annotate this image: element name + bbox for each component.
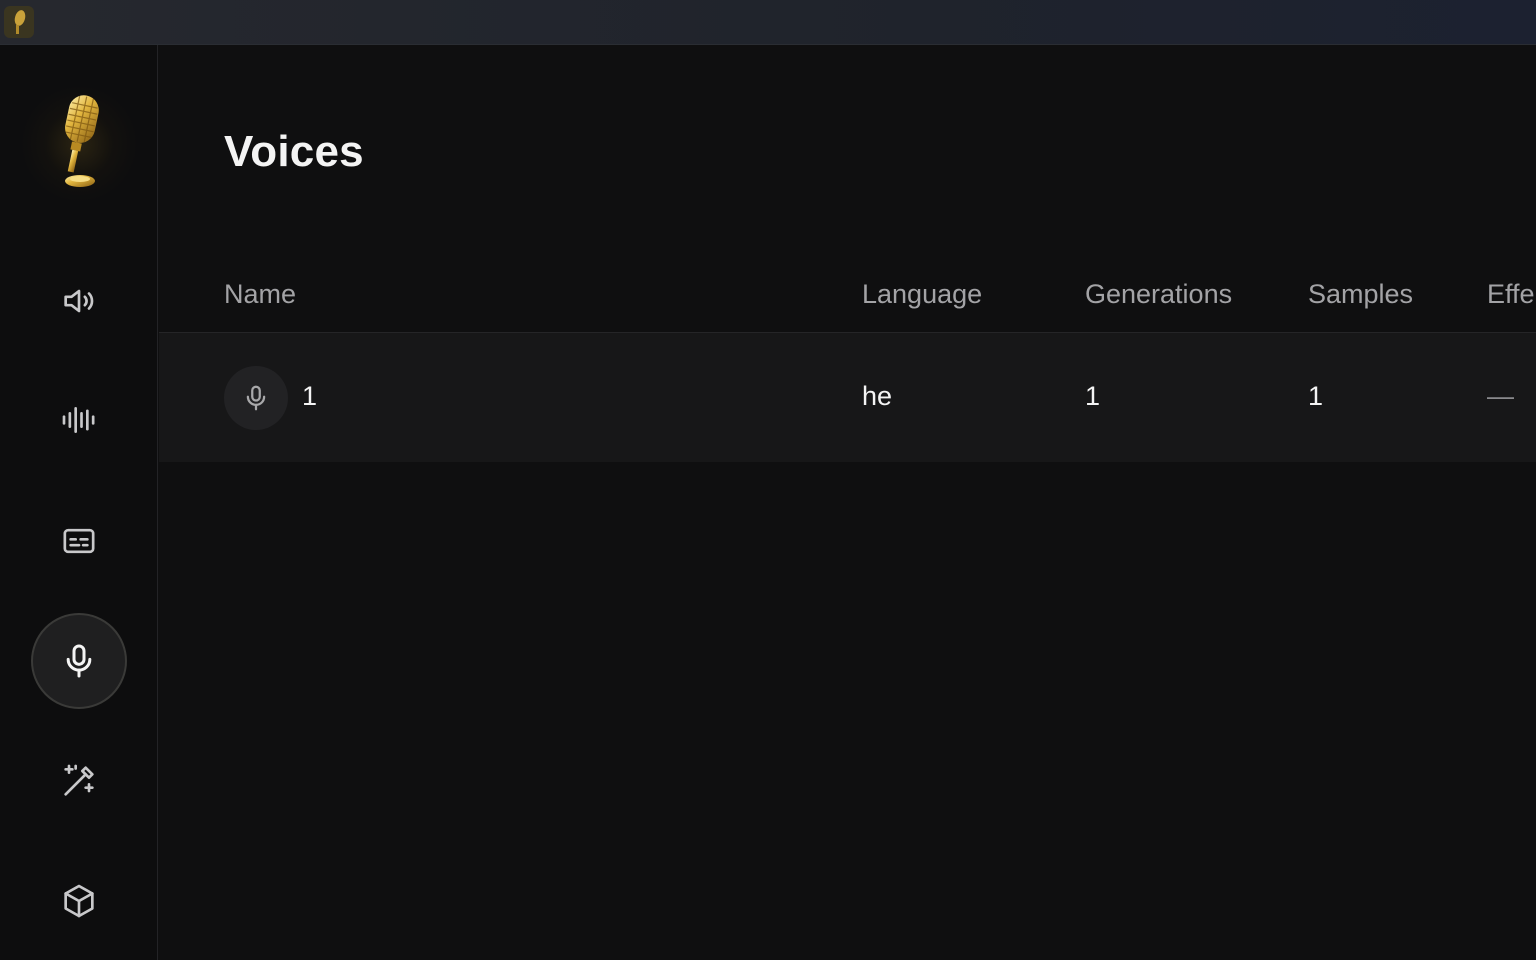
column-header-name[interactable]: Name (224, 279, 296, 310)
sidebar (0, 45, 158, 960)
voice-avatar (224, 366, 288, 430)
voice-language: he (862, 381, 893, 411)
golden-microphone-logo (65, 95, 99, 187)
nav-waveform[interactable] (31, 372, 127, 468)
page-title: Voices (224, 127, 364, 176)
nav-effects[interactable] (31, 733, 127, 829)
table-row[interactable]: 1 he 1 1 — (159, 333, 1536, 462)
window-titlebar (0, 0, 1536, 45)
voice-generations: 1 (1085, 381, 1101, 411)
column-header-generations[interactable]: Generations (1085, 279, 1232, 310)
captions-icon (63, 528, 95, 554)
column-header-language[interactable]: Language (862, 279, 982, 310)
speaker-icon (64, 289, 94, 313)
nav-speaker[interactable] (31, 253, 127, 349)
column-header-effects[interactable]: Effe (1487, 279, 1535, 310)
nav-voices[interactable] (31, 613, 127, 709)
app-logo-icon (4, 6, 34, 38)
box-icon (64, 884, 94, 918)
microphone-icon (66, 644, 92, 678)
nav-models[interactable] (31, 853, 127, 949)
voice-name: 1 (302, 381, 318, 411)
microphone-icon (246, 385, 266, 411)
voice-effects: — (1487, 381, 1514, 411)
magic-wand-icon (64, 764, 94, 796)
main-content: Voices Name Language Generations Samples… (159, 45, 1536, 960)
nav-captions[interactable] (31, 493, 127, 589)
table-header: Name Language Generations Samples Effe (159, 255, 1536, 333)
column-header-samples[interactable]: Samples (1308, 279, 1413, 310)
voice-samples: 1 (1308, 381, 1324, 411)
waveform-icon (62, 407, 95, 433)
